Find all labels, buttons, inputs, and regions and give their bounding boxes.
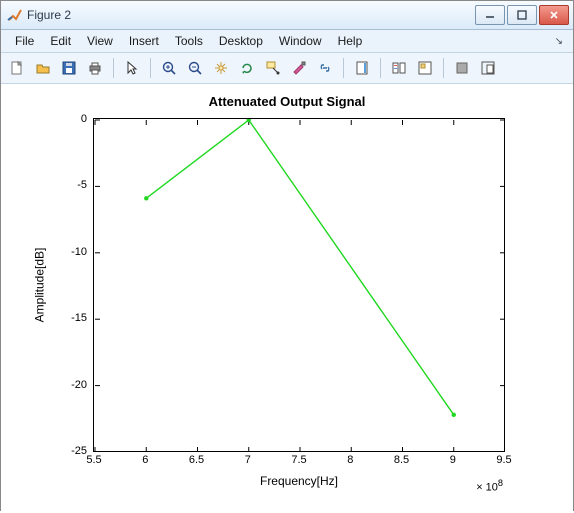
link-icon[interactable]: [313, 56, 337, 80]
legend-icon[interactable]: [387, 56, 411, 80]
x-tick-label: 9.5: [496, 454, 511, 466]
toolbar-separator: [443, 58, 444, 78]
maximize-button[interactable]: [507, 5, 537, 25]
menu-tools[interactable]: Tools: [167, 32, 211, 50]
x-tick-label: 7: [245, 454, 251, 466]
brush-icon[interactable]: [287, 56, 311, 80]
menubar: File Edit View Insert Tools Desktop Wind…: [1, 30, 573, 53]
menu-file[interactable]: File: [7, 32, 42, 50]
y-axis-label: Amplitude[dB]: [29, 118, 49, 452]
insert-axes-icon[interactable]: [413, 56, 437, 80]
data-point: [144, 196, 148, 200]
x-tick-label: 6: [142, 454, 148, 466]
pointer-icon[interactable]: [120, 56, 144, 80]
x-tick-label: 9: [450, 454, 456, 466]
toolbar-separator: [150, 58, 151, 78]
colorbar-icon[interactable]: [350, 56, 374, 80]
y-tick-label: -20: [57, 379, 87, 391]
x-tick-label: 5.5: [86, 454, 101, 466]
zoom-out-icon[interactable]: [183, 56, 207, 80]
save-icon[interactable]: [57, 56, 81, 80]
y-tick-label: 0: [57, 113, 87, 125]
window-controls: [475, 5, 569, 25]
data-point: [452, 413, 456, 417]
y-tick-label: -10: [57, 246, 87, 258]
axes[interactable]: [93, 118, 505, 452]
menu-help[interactable]: Help: [330, 32, 371, 50]
x-tick-label: 8: [347, 454, 353, 466]
plot-area: Attenuated Output Signal Amplitude[dB] F…: [1, 84, 573, 513]
x-tick-label: 6.5: [189, 454, 204, 466]
x-axis-exponent: × 108: [476, 478, 503, 494]
chart-title: Attenuated Output Signal: [1, 94, 573, 109]
matlab-icon: [7, 7, 23, 23]
close-button[interactable]: [539, 5, 569, 25]
y-tick-label: -25: [57, 445, 87, 457]
series-line: [146, 120, 454, 415]
menu-edit[interactable]: Edit: [42, 32, 79, 50]
zoom-in-icon[interactable]: [157, 56, 181, 80]
print-icon[interactable]: [83, 56, 107, 80]
data-cursor-icon[interactable]: [261, 56, 285, 80]
minimize-button[interactable]: [475, 5, 505, 25]
hide-plot-icon[interactable]: [450, 56, 474, 80]
menu-window[interactable]: Window: [271, 32, 330, 50]
menu-desktop[interactable]: Desktop: [211, 32, 271, 50]
window-title: Figure 2: [27, 8, 475, 22]
pan-icon[interactable]: [209, 56, 233, 80]
toolbar-separator: [343, 58, 344, 78]
toolbar-separator: [380, 58, 381, 78]
x-axis-label: Frequency[Hz]: [93, 474, 505, 488]
open-icon[interactable]: [31, 56, 55, 80]
toolbar-separator: [113, 58, 114, 78]
new-file-icon[interactable]: [5, 56, 29, 80]
y-tick-label: -15: [57, 312, 87, 324]
rotate-icon[interactable]: [235, 56, 259, 80]
menu-insert[interactable]: Insert: [121, 32, 167, 50]
x-tick-label: 8.5: [394, 454, 409, 466]
toolbar: [1, 53, 573, 84]
y-tick-label: -5: [57, 179, 87, 191]
dock-icon[interactable]: [476, 56, 500, 80]
x-tick-label: 7.5: [291, 454, 306, 466]
menu-overflow-icon[interactable]: ↘: [555, 36, 567, 47]
titlebar: Figure 2: [1, 1, 573, 30]
menu-view[interactable]: View: [79, 32, 121, 50]
